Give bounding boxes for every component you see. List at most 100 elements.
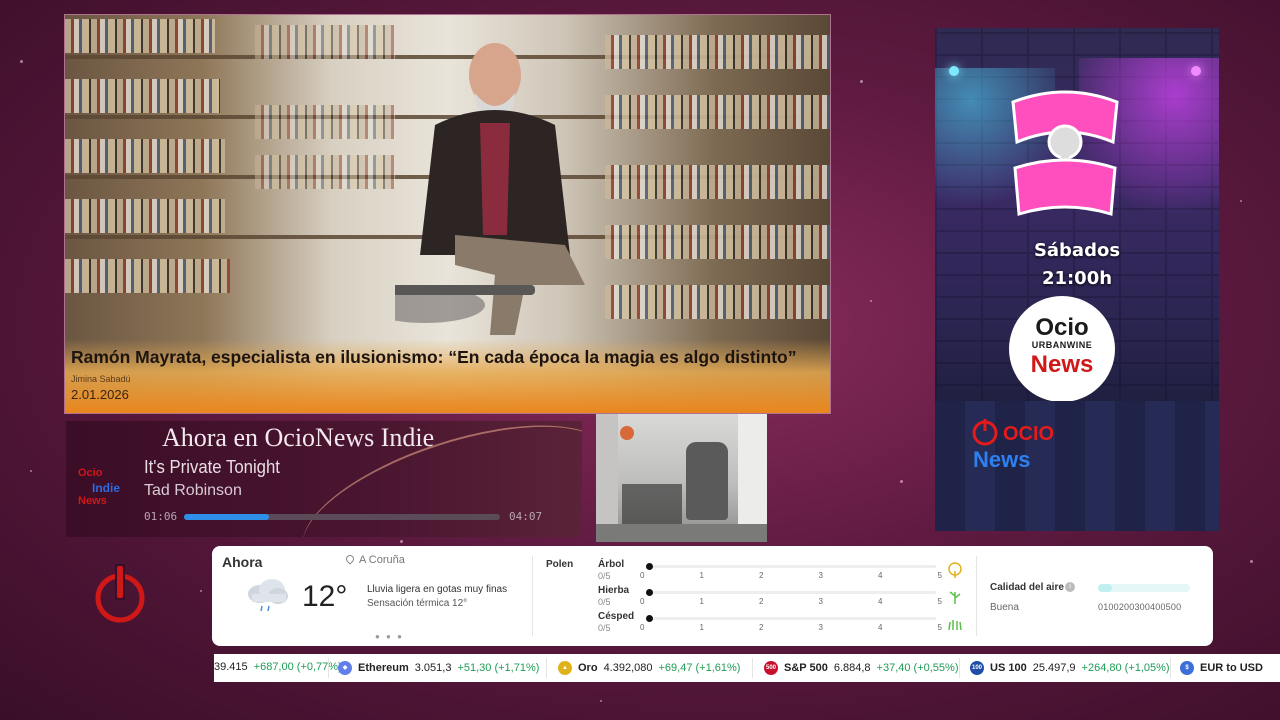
air-quality-value: Buena	[990, 602, 1019, 613]
scale-tick: 3	[818, 597, 823, 606]
ticker-item[interactable]: 500 S&P 500 6.884,8 +37,40 (+0,55%)	[764, 661, 958, 675]
pollen-track	[646, 615, 936, 622]
brand-ocio-text: OCIO	[1003, 423, 1055, 445]
ticker-change: +37,40 (+0,55%)	[876, 662, 959, 674]
person-illustration	[395, 43, 585, 335]
info-icon[interactable]: i	[1065, 582, 1075, 592]
promo-time: 21:00h	[1041, 268, 1113, 289]
playback-progress-bar[interactable]	[184, 514, 500, 520]
market-ticker: 39.415 +687,00 (+0,77%) ◆ Ethereum 3.051…	[214, 654, 1280, 682]
total-time: 04:07	[509, 510, 543, 523]
location-name: A Coruña	[359, 554, 405, 566]
ocio-indie-news-logo: Ocio Indie News	[72, 467, 126, 513]
ocio-urbanwine-news-logo: Ocio URBANWINE News	[1009, 296, 1115, 402]
pollen-score: 0/5	[598, 597, 611, 607]
pollen-scale: 0 1 2 3 4 5	[640, 571, 942, 580]
scale-tick: 2	[759, 597, 764, 606]
scale-tick: 1	[699, 597, 704, 606]
news-author: Jimina Sabadú	[71, 374, 131, 384]
weather-location[interactable]: A Coruña	[344, 553, 405, 566]
air-quality-title: Calidad del aire	[990, 582, 1064, 593]
grass-icon	[949, 591, 961, 604]
ethereum-icon: ◆	[338, 661, 352, 675]
power-button[interactable]	[94, 562, 146, 626]
ticker-name: Ethereum	[358, 662, 409, 674]
pollen-track	[646, 589, 936, 596]
scale-tick: 4	[878, 571, 883, 580]
playback-progress-fill	[184, 514, 270, 520]
pollen-name: Hierba	[598, 585, 630, 596]
us100-icon: 100	[970, 661, 984, 675]
ticker-name: US 100	[990, 662, 1027, 674]
now-playing-header: Ahora en OcioNews Indie	[162, 423, 435, 452]
scale-tick: 5	[937, 597, 942, 606]
pollen-title: Polen	[546, 559, 574, 570]
news-date: 2.01.2026	[71, 387, 129, 402]
artist-name: Tad Robinson	[144, 482, 242, 499]
scale-tick: 3	[818, 623, 823, 632]
weather-now-label: Ahora	[222, 554, 263, 570]
weather-description: Lluvia ligera en gotas muy finas	[367, 584, 508, 595]
scale-tick: 4	[878, 597, 883, 606]
news-title[interactable]: Ramón Mayrata, especialista en ilusionis…	[71, 347, 824, 368]
pollen-track	[646, 563, 936, 570]
ticker-price: 3.051,3	[414, 662, 452, 674]
scale-tick: 1	[699, 571, 704, 580]
logo-line-indie: Indie	[92, 481, 121, 495]
ticker-price: 25.497,9	[1032, 662, 1076, 674]
ticker-item[interactable]: $ EUR to USD	[1180, 661, 1263, 675]
pollen-scale: 0 1 2 3 4 5	[640, 597, 942, 606]
ocio-news-logo: OCIO News	[969, 419, 1089, 483]
pollen-scale: 0 1 2 3 4 5	[640, 623, 942, 632]
ticker-change: +69,47 (+1,61%)	[658, 662, 741, 674]
news-card[interactable]: Ramón Mayrata, especialista en ilusionis…	[64, 14, 831, 414]
logo-line-ocio: Ocio	[78, 467, 103, 479]
gold-icon: ▲	[558, 661, 572, 675]
power-symbol-icon	[972, 419, 998, 446]
pollen-name: Césped	[598, 611, 635, 622]
scale-tick: 0	[640, 571, 645, 580]
pollen-score: 0/5	[598, 571, 611, 581]
air-quality-fill	[1098, 584, 1112, 592]
ticker-name: Oro	[578, 662, 598, 674]
power-icon	[95, 564, 145, 623]
hiphop-logo	[1005, 82, 1125, 222]
carousel-dots[interactable]: ● ● ●	[375, 632, 404, 641]
logo-line-news: News	[78, 495, 107, 507]
weather-widget: Ahora A Coruña 12° Lluvia ligera en gota…	[212, 546, 1213, 646]
rain-cloud-icon	[248, 579, 288, 612]
air-quality-bar	[1098, 584, 1190, 592]
scale-tick: 3	[818, 571, 823, 580]
pollen-level-dot	[646, 589, 653, 596]
scale-tick: 0	[640, 597, 645, 606]
webcam-feed	[596, 414, 767, 542]
scale-tick: 5	[937, 571, 942, 580]
spotlight-lamp-icon	[949, 66, 959, 76]
brand-news-text: News	[973, 447, 1031, 472]
ticker-item[interactable]: 100 US 100 25.497,9 +264,80 (+1,05%)	[970, 661, 1170, 675]
now-playing-widget: Ahora en OcioNews Indie Ocio Indie News …	[66, 421, 582, 537]
ticker-item[interactable]: ▲ Oro 4.392,080 +69,47 (+1,61%)	[558, 661, 740, 675]
lawn-icon	[948, 620, 962, 630]
ticker-item[interactable]: 39.415 +687,00 (+0,77%)	[214, 661, 342, 673]
scale-tick: 5	[937, 623, 942, 632]
scale-tick: 1	[699, 623, 704, 632]
ticker-item[interactable]: ◆ Ethereum 3.051,3 +51,30 (+1,71%)	[338, 661, 539, 675]
elapsed-time: 01:06	[144, 510, 178, 523]
current-temperature: 12°	[302, 580, 348, 613]
feels-like: Sensación térmica 12°	[367, 598, 468, 609]
hiphop-promo-panel[interactable]: Sábados 21:00h Ocio URBANWINE News OCIO …	[935, 28, 1219, 531]
scale-tick: 4	[878, 623, 883, 632]
circle-ocio-text: Ocio	[1035, 314, 1089, 341]
eurusd-icon: $	[1180, 661, 1194, 675]
song-title: It's Private Tonight	[144, 457, 280, 477]
circle-news-text: News	[1030, 351, 1094, 378]
tree-icon	[948, 562, 962, 578]
sp500-icon: 500	[764, 661, 778, 675]
location-pin-icon	[344, 553, 356, 565]
ticker-name: EUR to USD	[1200, 662, 1263, 674]
ticker-price: 6.884,8	[833, 662, 871, 674]
pollen-level-dot	[646, 615, 653, 622]
circle-urbanwine-text: URBANWINE	[1031, 340, 1093, 350]
scale-tick: 2	[759, 623, 764, 632]
